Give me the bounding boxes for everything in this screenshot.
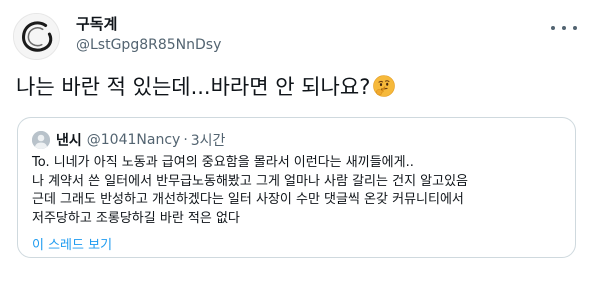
author-info: 구독계 @LstGpg8R85NnDsy	[76, 14, 221, 55]
quote-text: To. 니네가 아직 노동과 급여의 중요함을 몰라서 이런다는 새끼들에게..…	[32, 154, 567, 228]
quote-tweet[interactable]: 낸시 @1041Nancy · 3시간 To. 니네가 아직 노동과 급여의 중…	[17, 117, 576, 258]
quote-display-name[interactable]: 낸시	[56, 130, 82, 150]
quote-text-line: 근데 그래도 반성하고 개선하겠다는 일터 사장이 수만 댓글씩 온갖 커뮤니티…	[32, 192, 464, 207]
avatar[interactable]	[13, 13, 60, 60]
quote-text-line: To. 니네가 아직 노동과 급여의 중요함을 몰라서 이런다는 새끼들에게..	[32, 155, 414, 170]
quote-text-line: 저주당하고 조롱당하길 바란 적은 없다	[32, 210, 240, 226]
quote-header: 낸시 @1041Nancy · 3시간	[32, 130, 225, 150]
tweet-card: 구독계 @LstGpg8R85NnDsy 나는 바란 적 있는데...바라면 안…	[0, 0, 593, 281]
quote-separator: ·	[183, 132, 188, 148]
show-thread-link[interactable]: 이 스레드 보기	[32, 234, 112, 253]
author-handle[interactable]: @LstGpg8R85NnDsy	[76, 35, 221, 55]
thinking-face-icon	[372, 74, 396, 98]
author-display-name[interactable]: 구독계	[76, 14, 221, 34]
quote-text-line: 나 계약서 쓴 일터에서 반무급노동해봤고 그게 얼마나 사람 갈리는 건지 알…	[32, 173, 469, 189]
more-options-icon[interactable]	[551, 18, 577, 38]
tweet-text: 나는 바란 적 있는데...바라면 안 되나요?	[16, 75, 371, 99]
tweet-text-container: 나는 바란 적 있는데...바라면 안 되나요?	[16, 72, 396, 102]
quote-handle[interactable]: @1041Nancy	[87, 132, 181, 148]
quote-timestamp[interactable]: 3시간	[191, 130, 226, 150]
quote-avatar[interactable]	[32, 131, 50, 149]
